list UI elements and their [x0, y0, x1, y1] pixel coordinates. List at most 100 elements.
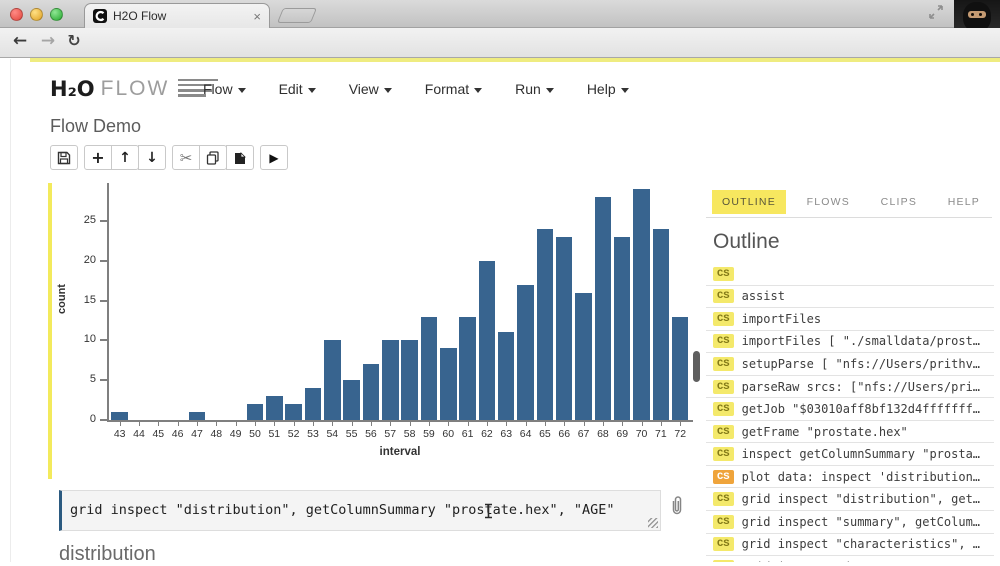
x-tick	[139, 422, 140, 426]
x-tick	[294, 422, 295, 426]
cs-badge: CS	[713, 537, 734, 551]
move-cell-down-button[interactable]: ↓	[138, 145, 166, 170]
x-tick-label: 49	[226, 428, 245, 440]
menu-help[interactable]: Help	[587, 81, 629, 97]
menu-view[interactable]: View	[349, 81, 392, 97]
bar-62	[479, 261, 496, 420]
paste-cell-button[interactable]	[226, 145, 254, 170]
outline-item[interactable]: CSgrid inspect "distribution", get…	[706, 488, 994, 511]
window-zoom-button[interactable]	[50, 8, 63, 21]
page-left-edge	[10, 59, 11, 562]
new-tab-button[interactable]	[277, 8, 317, 23]
sidebar: OUTLINEFLOWSCLIPSHELP Outline CSCSassist…	[706, 183, 1000, 562]
sidebar-tab-flows[interactable]: FLOWS	[797, 190, 860, 214]
menu-edit[interactable]: Edit	[279, 81, 316, 97]
forward-button[interactable]: →	[36, 31, 60, 51]
y-tick-label: 25	[70, 214, 96, 226]
x-tick-label: 46	[168, 428, 187, 440]
outline-item-label: setupParse [ "nfs://Users/prithv…	[742, 357, 980, 371]
x-tick-label: 55	[342, 428, 361, 440]
browser-tab[interactable]: H2O Flow ×	[84, 3, 270, 28]
sidebar-tab-outline[interactable]: OUTLINE	[712, 190, 786, 214]
cs-badge: CS	[713, 425, 734, 439]
outline-item[interactable]: CS	[706, 263, 994, 286]
run-button[interactable]: ▶	[260, 145, 288, 170]
back-button[interactable]: ←	[8, 31, 32, 51]
bar-60	[440, 348, 457, 420]
sidebar-tab-help[interactable]: HELP	[938, 190, 990, 214]
outline-item[interactable]: CSplot data: inspect 'distribution…	[706, 466, 994, 489]
window-close-button[interactable]	[10, 8, 23, 21]
menu-format[interactable]: Format	[425, 81, 482, 97]
window-minimize-button[interactable]	[30, 8, 43, 21]
y-tick-label: 15	[70, 294, 96, 306]
save-button[interactable]	[50, 145, 78, 170]
x-tick-label: 61	[458, 428, 477, 440]
x-tick-label: 48	[207, 428, 226, 440]
x-tick-label: 60	[439, 428, 458, 440]
outline-item[interactable]: CS getFrame "prostate.hex"	[706, 421, 994, 444]
tab-title: H2O Flow	[113, 9, 247, 23]
x-tick-label: 72	[671, 428, 690, 440]
outline-item[interactable]: CSgetJob "$03010aff8bf132d4fffffff…	[706, 398, 994, 421]
cs-badge: CS	[713, 515, 734, 529]
textarea-resize-handle[interactable]	[648, 518, 658, 528]
sidebar-tabs: OUTLINE FLOWS CLIPS HELP	[712, 190, 990, 214]
x-tick	[564, 422, 565, 426]
cs-badge: CS	[713, 334, 734, 348]
outline-list: CSCSassistCSimportFilesCSimportFiles [ "…	[706, 263, 994, 562]
y-tick-label: 5	[70, 373, 96, 385]
reload-button[interactable]: ↻	[62, 31, 86, 50]
chevron-down-icon	[384, 88, 392, 93]
menu-run[interactable]: Run	[515, 81, 554, 97]
outline-item-label: parseRaw srcs: ["nfs://Users/pri…	[742, 380, 980, 394]
bar-47	[189, 412, 206, 420]
sidebar-tab-clips[interactable]: CLIPS	[871, 190, 927, 214]
x-tick	[332, 422, 333, 426]
cut-cell-button[interactable]: ✂	[172, 145, 200, 170]
outline-item[interactable]: CSimportFiles	[706, 308, 994, 331]
x-tick	[526, 422, 527, 426]
outline-item[interactable]: CSparseRaw srcs: ["nfs://Users/pri…	[706, 376, 994, 399]
cell-toolbar: + ↑ ↓ ✂ ▶	[50, 145, 288, 170]
bar-66	[556, 237, 573, 420]
bar-72	[672, 317, 689, 420]
x-tick-label: 67	[574, 428, 593, 440]
plus-icon: +	[91, 148, 104, 167]
x-tick-label: 71	[651, 428, 670, 440]
y-tick	[100, 220, 107, 222]
menu-label: View	[349, 81, 379, 97]
close-tab-icon[interactable]: ×	[253, 9, 261, 24]
x-tick	[429, 422, 430, 426]
x-tick	[197, 422, 198, 426]
x-tick-label: 69	[613, 428, 632, 440]
outline-item[interactable]: CSimportFiles [ "./smalldata/prost…	[706, 331, 994, 354]
outline-item[interactable]: CSgrid inspect "summary", getColum…	[706, 511, 994, 534]
outline-item[interactable]: CSsetupParse [ "nfs://Users/prithv…	[706, 353, 994, 376]
move-cell-up-button[interactable]: ↑	[111, 145, 139, 170]
code-cell-input[interactable]: grid inspect "distribution", getColumnSu…	[59, 490, 661, 531]
outline-item[interactable]: CSassist	[706, 286, 994, 309]
outline-item[interactable]: CSinspect getColumnSummary "prosta…	[706, 443, 994, 466]
x-tick	[158, 422, 159, 426]
outline-item-label: getFrame "prostate.hex"	[742, 425, 908, 439]
copy-cell-button[interactable]	[199, 145, 227, 170]
selected-cell-accent	[48, 183, 52, 479]
x-tick-label: 45	[149, 428, 168, 440]
vertical-scrollbar-thumb[interactable]	[693, 351, 700, 382]
histogram-chart: count interval 0510152025434445464748495…	[60, 183, 694, 483]
y-tick	[100, 339, 107, 341]
menu-flow[interactable]: Flow	[203, 81, 246, 97]
bar-56	[363, 364, 380, 420]
outline-item[interactable]: CSgrid inspect "characteristics", …	[706, 534, 994, 557]
x-tick-label: 58	[400, 428, 419, 440]
x-tick-label: 52	[284, 428, 303, 440]
bar-43	[111, 412, 128, 420]
bar-58	[401, 340, 418, 420]
outline-item[interactable]: CSgrid inspect 'data', getFrame "p…	[706, 556, 994, 562]
window-titlebar: H2O Flow ×	[0, 0, 1000, 28]
flow-title: Flow Demo	[50, 116, 141, 137]
add-cell-button[interactable]: +	[84, 145, 112, 170]
bar-69	[614, 237, 631, 420]
paperclip-icon[interactable]	[669, 495, 685, 517]
